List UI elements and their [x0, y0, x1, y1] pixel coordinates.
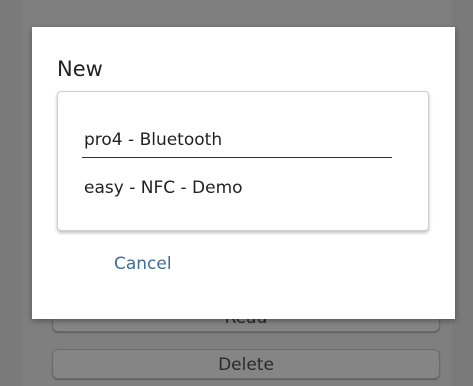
list-divider [82, 157, 392, 158]
option-pro4-bluetooth[interactable]: pro4 - Bluetooth [84, 130, 222, 150]
delete-button: Delete [52, 349, 440, 379]
cancel-button[interactable]: Cancel [114, 254, 172, 274]
dialog-title: New [57, 57, 103, 81]
option-easy-nfc-demo[interactable]: easy - NFC - Demo [84, 178, 243, 198]
option-list: pro4 - Bluetooth easy - NFC - Demo [57, 91, 429, 231]
new-dialog: New pro4 - Bluetooth easy - NFC - Demo C… [32, 27, 455, 319]
